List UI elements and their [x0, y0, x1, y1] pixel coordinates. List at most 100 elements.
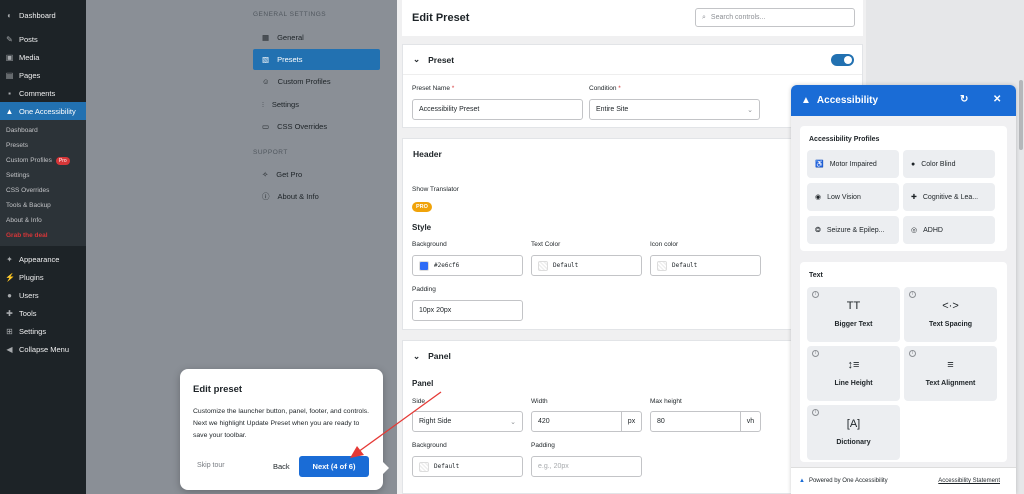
width-unit: px	[621, 412, 641, 431]
settings-icon: ⊞	[6, 326, 13, 336]
max-height-unit: vh	[740, 412, 760, 431]
submenu-custom-profiles[interactable]: Custom Profiles Pro	[0, 153, 86, 168]
users-icon: ☺	[262, 77, 270, 86]
search-input[interactable]: ⌕ Search controls...	[695, 8, 855, 27]
scrollbar[interactable]	[1019, 80, 1023, 150]
widget-title: Accessibility	[816, 95, 879, 106]
info-icon[interactable]: i	[909, 291, 916, 298]
wp-menu-collapse[interactable]: ◀ Collapse Menu	[0, 340, 86, 358]
width-field[interactable]: 420 px	[531, 411, 642, 432]
profile-seizure[interactable]: ❂ Seizure & Epilep...	[807, 216, 899, 244]
dashboard-icon: ◐	[7, 10, 12, 20]
preset-name-field[interactable]: Accessibility Preset	[412, 99, 583, 120]
powered-by: Powered by One Accessibility	[808, 478, 888, 484]
tile-text-spacing[interactable]: i <·> Text Spacing	[904, 287, 997, 342]
comments-icon: ▪	[8, 88, 11, 98]
text-section-title: Text	[809, 272, 823, 279]
collapse-icon: ◀	[6, 344, 13, 354]
wp-menu-users[interactable]: ● Users	[0, 286, 86, 304]
users-icon: ●	[7, 290, 12, 300]
profile-low-vision[interactable]: ◉ Low Vision	[807, 183, 899, 211]
back-button[interactable]: Back	[273, 462, 290, 471]
chevron-down-icon: ⌄	[747, 106, 753, 114]
wp-menu-appearance[interactable]: ✦ Appearance	[0, 250, 86, 268]
skip-tour-button[interactable]: Skip tour	[197, 462, 225, 469]
nav-custom-profiles[interactable]: ☺ Custom Profiles	[253, 71, 380, 92]
show-translator-label: Show Translator	[412, 186, 459, 193]
tour-arrow	[350, 391, 442, 458]
wp-menu-media[interactable]: ▣ Media	[0, 48, 86, 66]
editor-topbar: Edit Preset ⌕ Search controls...	[402, 0, 863, 36]
reset-icon[interactable]: ↻	[960, 94, 968, 105]
profile-motor-impaired[interactable]: ♿ Motor Impaired	[807, 150, 899, 178]
accessibility-widget: ▲ Accessibility ↻ ✕ Accessibility Profil…	[791, 85, 1016, 494]
info-icon[interactable]: i	[812, 409, 819, 416]
icon-color-field[interactable]: Default	[650, 255, 761, 276]
sparkle-icon: ✧	[262, 170, 269, 179]
condition-label: Condition *	[589, 85, 621, 92]
profile-adhd[interactable]: ◎ ADHD	[903, 216, 995, 244]
nav-get-pro[interactable]: ✧ Get Pro	[253, 164, 380, 185]
header-padding-field[interactable]: 10px 20px	[412, 300, 523, 321]
wp-menu-plugins[interactable]: ⚡ Plugins	[0, 268, 86, 286]
preset-toggle[interactable]	[831, 54, 854, 66]
wp-submenu: Dashboard Presets Custom Profiles Pro Set…	[0, 120, 86, 246]
dictionary-icon: [A]	[846, 418, 861, 430]
text-color-label: Text Color	[531, 241, 561, 248]
nav-about-info[interactable]: ⓘ About & Info	[253, 186, 380, 207]
accessibility-logo-icon: ▲	[799, 478, 805, 484]
submenu-grab-deal[interactable]: Grab the deal	[0, 228, 86, 243]
info-icon[interactable]: i	[909, 350, 916, 357]
puzzle-icon: ✚	[911, 194, 917, 201]
info-icon[interactable]: i	[812, 350, 819, 357]
accessibility-icon: ▲	[5, 106, 14, 116]
wp-menu-tools[interactable]: ✚ Tools	[0, 304, 86, 322]
widget-header: ▲ Accessibility ↻ ✕	[791, 85, 1016, 116]
accessibility-statement-link[interactable]: Accessibility Statement	[938, 478, 1000, 484]
nav-settings[interactable]: ⫶ Settings	[253, 94, 380, 115]
nav-css-overrides[interactable]: ▭ CSS Overrides	[253, 116, 380, 137]
submenu-settings[interactable]: Settings	[0, 168, 86, 183]
tools-icon: ✚	[6, 308, 13, 318]
header-bg-field[interactable]: #2e6cf6	[412, 255, 523, 276]
color-swatch	[538, 260, 548, 271]
wp-menu-one-accessibility[interactable]: ▲ One Accessibility	[0, 102, 86, 120]
profile-cognitive[interactable]: ✚ Cognitive & Lea...	[903, 183, 995, 211]
pro-badge: PRO	[412, 202, 432, 212]
wheelchair-icon: ♿	[815, 161, 824, 168]
drop-icon: ●	[911, 160, 916, 168]
submenu-dashboard[interactable]: Dashboard	[0, 123, 86, 138]
submenu-presets[interactable]: Presets	[0, 138, 86, 153]
tile-text-alignment[interactable]: i ≡ Text Alignment	[904, 346, 997, 401]
preset-card-header[interactable]: ⌄ Preset	[403, 45, 862, 75]
nav-general[interactable]: ▦ General	[253, 27, 380, 48]
panel-padding-field[interactable]: e.g., 20px	[531, 456, 642, 477]
max-height-field[interactable]: 80 vh	[650, 411, 761, 432]
profile-color-blind[interactable]: ● Color Blind	[903, 150, 995, 178]
submenu-css-overrides[interactable]: CSS Overrides	[0, 183, 86, 198]
general-settings-heading: GENERAL SETTINGS	[253, 10, 327, 18]
tile-line-height[interactable]: i ↕≡ Line Height	[807, 346, 900, 401]
line-height-icon: ↕≡	[847, 359, 860, 371]
info-icon[interactable]: i	[812, 291, 819, 298]
wp-menu-settings[interactable]: ⊞ Settings	[0, 322, 86, 340]
chevron-down-icon: ⌄	[413, 54, 421, 64]
text-spacing-icon: <·>	[942, 300, 959, 312]
tile-bigger-text[interactable]: i TT Bigger Text	[807, 287, 900, 342]
header-padding-label: Padding	[412, 286, 436, 293]
submenu-tools-backup[interactable]: Tools & Backup	[0, 198, 86, 213]
arrow-head	[350, 446, 364, 458]
wp-menu-comments[interactable]: ▪ Comments	[0, 84, 86, 102]
submenu-about-info[interactable]: About & Info	[0, 213, 86, 228]
wp-menu-dashboard[interactable]: ◐ Dashboard	[0, 6, 86, 24]
close-icon[interactable]: ✕	[993, 94, 1001, 105]
header-bg-label: Background	[412, 241, 447, 248]
nav-presets[interactable]: ▧ Presets	[253, 49, 380, 70]
wp-menu-pages[interactable]: ▤ Pages	[0, 66, 86, 84]
width-label: Width	[531, 398, 548, 405]
wp-menu-posts[interactable]: ✎ Posts	[0, 30, 86, 48]
layers-icon: ▧	[262, 55, 270, 64]
tile-dictionary[interactable]: i [A] Dictionary	[807, 405, 900, 460]
text-color-field[interactable]: Default	[531, 255, 642, 276]
condition-select[interactable]: Entire Site ⌄	[589, 99, 760, 120]
